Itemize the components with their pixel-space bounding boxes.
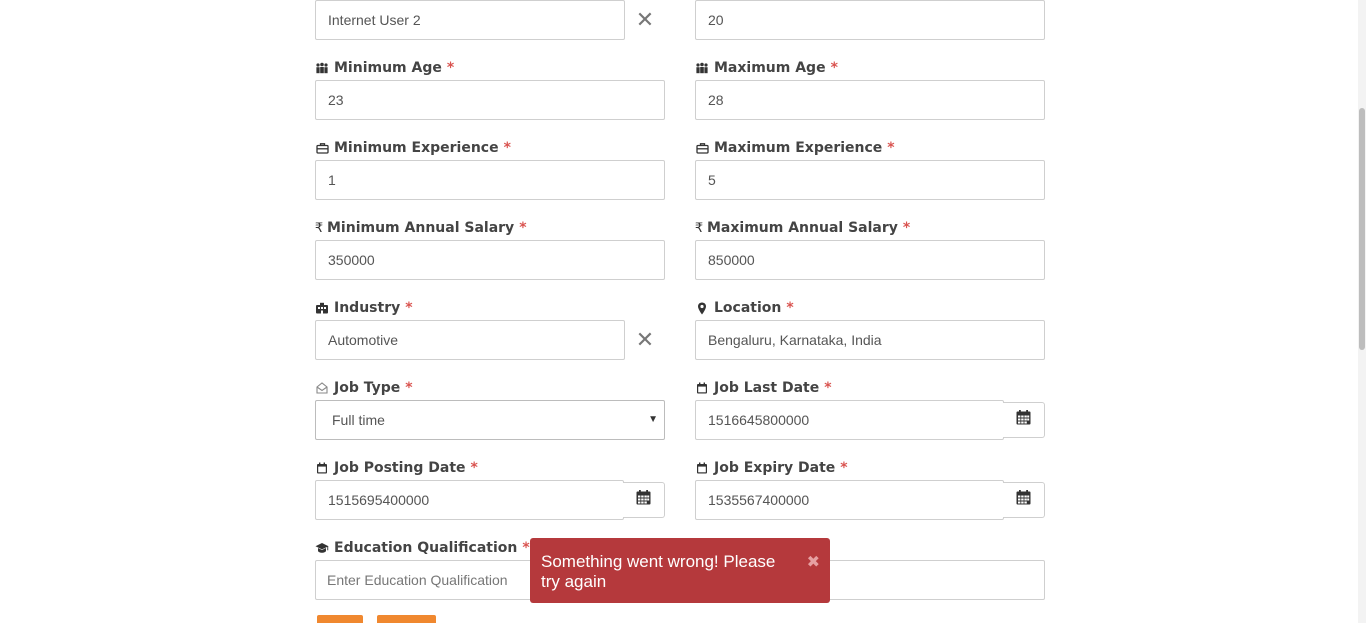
- job-expiry-date-label: Job Expiry Date *: [695, 459, 848, 477]
- min-age-label: Minimum Age *: [315, 59, 454, 77]
- max-salary-label-text: Maximum Annual Salary: [707, 220, 898, 236]
- error-toast: Something went wrong! Please try again ✖: [530, 538, 830, 603]
- location-input[interactable]: Bengaluru, Karnataka, India: [695, 320, 1045, 360]
- job-expiry-date-label-text: Job Expiry Date: [714, 460, 836, 476]
- job-last-date-label-text: Job Last Date: [714, 380, 820, 396]
- min-experience-label: Minimum Experience *: [315, 139, 511, 157]
- required-mark: *: [519, 220, 527, 236]
- required-mark: *: [503, 140, 511, 156]
- location-label-text: Location: [714, 300, 782, 316]
- toast-message: Something went wrong! Please try again: [541, 552, 776, 591]
- calendar-icon: [695, 461, 709, 475]
- rupee-icon: ₹: [314, 220, 324, 236]
- job-posting-date-label-text: Job Posting Date: [334, 460, 466, 476]
- required-mark: *: [786, 300, 794, 316]
- max-salary-label: ₹ Maximum Annual Salary *: [695, 219, 910, 237]
- required-mark: *: [830, 60, 838, 76]
- max-age-input[interactable]: 28: [695, 80, 1045, 120]
- industry-label-text: Industry: [334, 300, 401, 316]
- qualification-tag[interactable]: [317, 615, 363, 623]
- map-marker-icon: [695, 301, 709, 315]
- required-mark: *: [840, 460, 848, 476]
- max-experience-label: Maximum Experience *: [695, 139, 895, 157]
- clear-industry-icon[interactable]: ✕: [635, 328, 655, 353]
- max-age-label: Maximum Age *: [695, 59, 838, 77]
- min-age-input[interactable]: 23: [315, 80, 665, 120]
- calendar-icon: [315, 461, 329, 475]
- job-posting-date-input[interactable]: 1515695400000: [315, 480, 624, 520]
- calendar-icon: [1016, 410, 1031, 430]
- job-expiry-date-calendar-button[interactable]: [1003, 482, 1045, 518]
- industry-icon: [315, 301, 329, 315]
- job-type-label: Job Type *: [315, 379, 413, 397]
- envelope-open-icon: [315, 381, 329, 395]
- required-mark: *: [446, 60, 455, 76]
- job-expiry-date-input[interactable]: 1535567400000: [695, 480, 1004, 520]
- briefcase-icon: [695, 141, 709, 155]
- job-last-date-label: Job Last Date *: [695, 379, 832, 397]
- required-mark: *: [405, 300, 413, 316]
- industry-input[interactable]: Automotive: [315, 320, 625, 360]
- min-salary-label-text: Minimum Annual Salary: [327, 220, 515, 236]
- required-mark: *: [824, 380, 832, 396]
- chevron-down-icon: ▼: [648, 414, 658, 425]
- required-mark: *: [887, 140, 895, 156]
- required-mark: *: [522, 540, 530, 556]
- location-label: Location *: [695, 299, 794, 317]
- max-age-label-text: Maximum Age: [714, 60, 826, 76]
- scrollbar-thumb[interactable]: [1359, 108, 1365, 350]
- max-experience-label-text: Maximum Experience: [714, 140, 883, 156]
- min-experience-input[interactable]: 1: [315, 160, 665, 200]
- required-mark: *: [470, 460, 478, 476]
- job-last-date-calendar-button[interactable]: [1003, 402, 1045, 438]
- graduation-cap-icon: [315, 541, 329, 555]
- min-experience-label-text: Minimum Experience: [334, 140, 499, 156]
- qualification-tag[interactable]: [377, 615, 436, 623]
- required-mark: *: [405, 380, 413, 396]
- calendar-icon: [1016, 490, 1031, 510]
- top-right-input[interactable]: 20: [695, 0, 1045, 40]
- max-experience-input[interactable]: 5: [695, 160, 1045, 200]
- users-icon: [315, 61, 329, 75]
- briefcase-icon: [315, 141, 329, 155]
- industry-label: Industry *: [315, 299, 413, 317]
- job-last-date-input[interactable]: 1516645800000: [695, 400, 1004, 440]
- job-type-select[interactable]: Full time ▼: [315, 400, 665, 440]
- rupee-icon: ₹: [694, 220, 704, 236]
- job-posting-date-calendar-button[interactable]: [623, 482, 665, 518]
- education-label: Education Qualification *: [315, 539, 530, 557]
- required-mark: *: [902, 220, 911, 236]
- max-salary-input[interactable]: 850000: [695, 240, 1045, 280]
- calendar-icon: [695, 381, 709, 395]
- clear-top-left-icon[interactable]: ✕: [635, 8, 655, 33]
- education-label-text: Education Qualification: [334, 540, 518, 556]
- users-icon: [695, 61, 709, 75]
- min-salary-input[interactable]: 350000: [315, 240, 665, 280]
- job-posting-date-label: Job Posting Date *: [315, 459, 478, 477]
- min-age-label-text: Minimum Age: [334, 60, 442, 76]
- job-type-selected: Full time: [332, 412, 385, 428]
- top-left-input[interactable]: Internet User 2: [315, 0, 625, 40]
- calendar-icon: [636, 490, 651, 510]
- close-icon[interactable]: ✖: [807, 552, 820, 572]
- min-salary-label: ₹ Minimum Annual Salary *: [315, 219, 527, 237]
- job-type-label-text: Job Type: [334, 380, 401, 396]
